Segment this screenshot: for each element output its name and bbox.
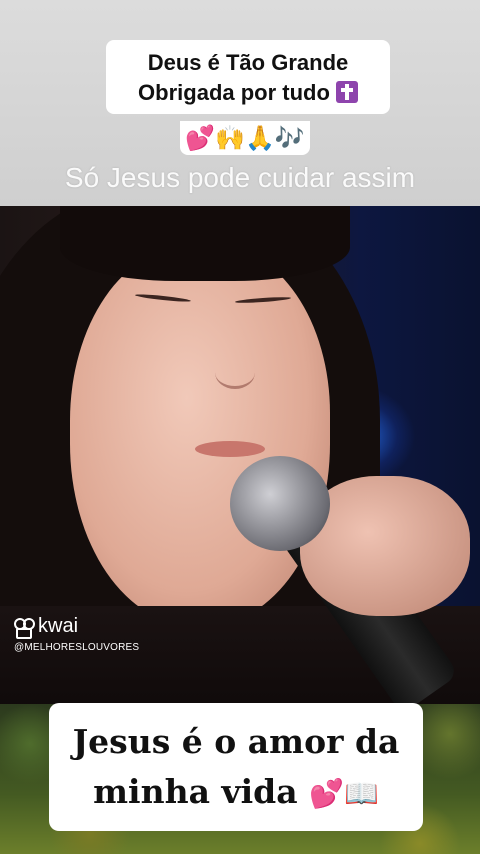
singer-bangs [60, 206, 350, 281]
title-line-1: Deus é Tão Grande [147, 50, 349, 75]
caption-line-2: minha vida 💕📖 [49, 767, 423, 819]
subtitle: Só Jesus pode cuidar assim [64, 162, 416, 193]
title-card: Deus é Tão Grande Obrigada por tudo [106, 40, 390, 114]
kwai-watermark: kwai @MELHORESLOUVORES [14, 615, 139, 653]
latin-cross-icon [335, 81, 358, 103]
kwai-camera-icon [14, 617, 35, 639]
lips [195, 441, 265, 457]
caption-card: Jesus é o amor da minha vida 💕📖 [49, 703, 423, 831]
microphone-icon [230, 456, 330, 551]
video-frame[interactable]: kwai @MELHORESLOUVORES [0, 206, 480, 704]
title-line-2: Obrigada por tudo [106, 78, 390, 108]
kwai-brand: kwai [38, 615, 79, 637]
caption-line-2-text: minha vida [93, 772, 298, 811]
kwai-logo: kwai [14, 615, 139, 639]
title-line-2-text: Obrigada por tudo [138, 80, 330, 105]
emoji-line: 💕🙌🙏🎶 [180, 121, 310, 155]
heart-book-icon: 💕📖 [309, 777, 379, 810]
nose [215, 356, 255, 389]
caption-line-1: Jesus é o amor da [72, 722, 400, 761]
singer-face [70, 246, 330, 626]
watermark-handle: @MELHORESLOUVORES [14, 642, 140, 653]
